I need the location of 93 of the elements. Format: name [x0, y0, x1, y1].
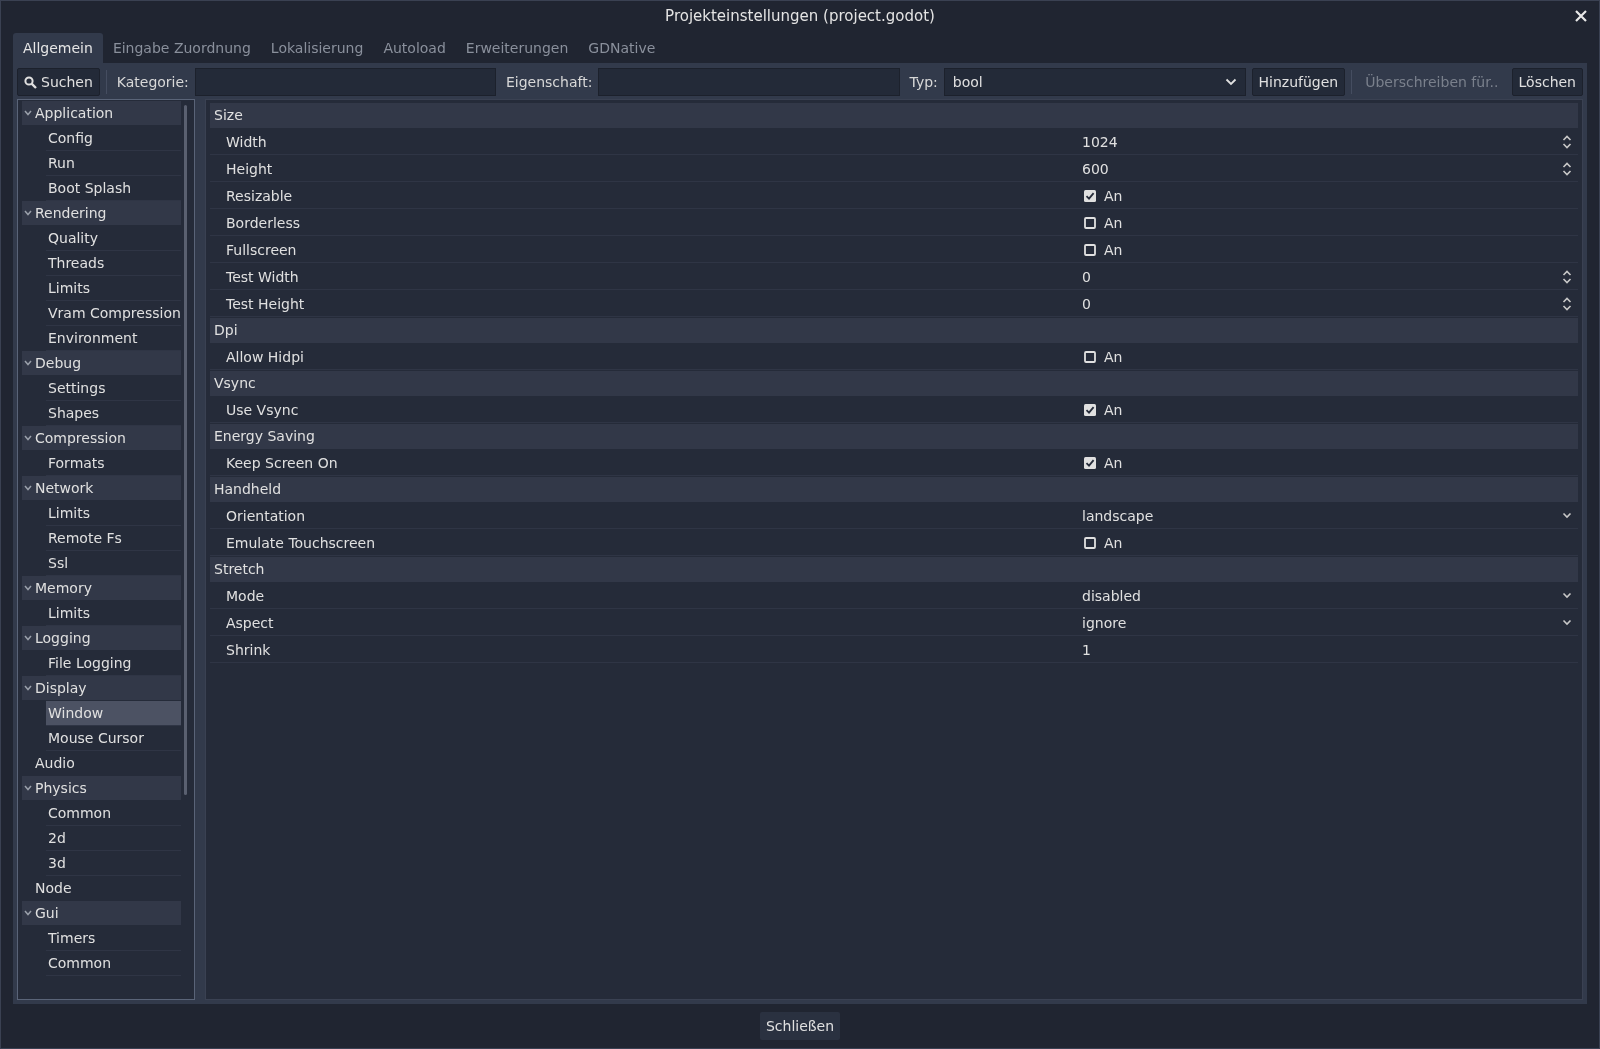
- section-header: Stretch: [210, 557, 1578, 582]
- section-header: Vsync: [210, 371, 1578, 396]
- type-label: Typ:: [909, 74, 938, 90]
- section-header: Size: [210, 103, 1578, 128]
- expand-icon[interactable]: [24, 685, 32, 691]
- tree-item[interactable]: Limits: [46, 501, 181, 526]
- delete-button[interactable]: Löschen: [1511, 68, 1583, 96]
- checkbox[interactable]: An: [1076, 534, 1123, 551]
- search-button[interactable]: Suchen: [17, 68, 100, 96]
- tab[interactable]: GDNative: [578, 33, 666, 63]
- checkbox[interactable]: An: [1076, 401, 1123, 418]
- checkbox[interactable]: An: [1076, 348, 1123, 365]
- caret-icon: [1562, 592, 1572, 599]
- property-label: Fullscreen: [225, 241, 298, 258]
- expand-icon[interactable]: [24, 635, 32, 641]
- property-label: Resizable: [225, 187, 294, 204]
- tree-item[interactable]: Common: [46, 801, 181, 826]
- caret-icon: [1562, 512, 1572, 519]
- property-label: Mode: [225, 587, 266, 604]
- tree-item[interactable]: Audio: [22, 751, 181, 775]
- tab[interactable]: Allgemein: [13, 33, 103, 63]
- add-button[interactable]: Hinzufügen: [1251, 68, 1346, 96]
- property-label: Aspect: [225, 614, 275, 631]
- tree-item[interactable]: Limits: [46, 276, 181, 301]
- expand-icon[interactable]: [24, 435, 32, 441]
- section-header: Dpi: [210, 318, 1578, 343]
- property-label: Eigenschaft:: [505, 74, 593, 90]
- tree-item[interactable]: Network: [22, 476, 181, 500]
- tree-item[interactable]: Logging: [22, 626, 181, 650]
- expand-icon[interactable]: [24, 785, 32, 791]
- property-label: Height: [225, 160, 274, 177]
- checkbox[interactable]: An: [1076, 214, 1123, 231]
- property-label: Test Height: [225, 295, 306, 312]
- close-icon[interactable]: [1575, 10, 1587, 22]
- spinner-icon[interactable]: [1562, 161, 1572, 176]
- tree-item[interactable]: Run: [46, 151, 181, 176]
- tree-item[interactable]: 2d: [46, 826, 181, 851]
- spinner-icon[interactable]: [1562, 269, 1572, 284]
- window-title: Projekteinstellungen (project.godot): [665, 7, 935, 25]
- search-icon: [24, 75, 37, 89]
- property-label: Emulate Touchscreen: [225, 534, 377, 551]
- property-label: Shrink: [225, 641, 272, 658]
- tree-item[interactable]: Application: [22, 101, 181, 125]
- tree-item[interactable]: Compression: [22, 426, 181, 450]
- tree-item[interactable]: Memory: [22, 576, 181, 600]
- spinner-icon[interactable]: [1562, 296, 1572, 311]
- close-button[interactable]: Schließen: [759, 1012, 841, 1040]
- checkbox[interactable]: An: [1076, 241, 1123, 258]
- tab[interactable]: Lokalisierung: [260, 33, 374, 63]
- expand-icon[interactable]: [24, 910, 32, 916]
- tree-item[interactable]: Display: [22, 676, 181, 700]
- type-dropdown[interactable]: bool: [943, 68, 1246, 96]
- tree-item[interactable]: Window: [46, 701, 181, 726]
- caret-icon: [1224, 78, 1237, 86]
- expand-icon[interactable]: [24, 585, 32, 591]
- expand-icon[interactable]: [24, 360, 32, 366]
- tree-item[interactable]: Timers: [46, 926, 181, 951]
- category-label: Kategorie:: [116, 74, 189, 90]
- tree-item[interactable]: Node: [22, 876, 181, 900]
- tree-item[interactable]: Vram Compression: [46, 301, 181, 326]
- tree-item[interactable]: Mouse Cursor: [46, 726, 181, 751]
- checkbox[interactable]: An: [1076, 187, 1123, 204]
- property-label: Allow Hidpi: [225, 348, 305, 365]
- property-label: Keep Screen On: [225, 454, 339, 471]
- tab[interactable]: Autoload: [373, 33, 456, 63]
- tab[interactable]: Eingabe Zuordnung: [102, 33, 261, 63]
- category-field[interactable]: [194, 68, 496, 96]
- property-label: Orientation: [225, 507, 307, 524]
- section-header: Handheld: [210, 477, 1578, 502]
- tree-item[interactable]: Config: [46, 126, 181, 151]
- expand-icon[interactable]: [24, 110, 32, 116]
- tree-item[interactable]: Gui: [22, 901, 181, 925]
- tree-item[interactable]: 3d: [46, 851, 181, 876]
- tree-item[interactable]: Rendering: [22, 201, 181, 225]
- tree-item[interactable]: Threads: [46, 251, 181, 276]
- property-label: Test Width: [225, 268, 300, 285]
- tree-item[interactable]: Quality: [46, 226, 181, 251]
- spinner-icon[interactable]: [1562, 134, 1572, 149]
- section-header: Energy Saving: [210, 424, 1578, 449]
- tree-item[interactable]: Settings: [46, 376, 181, 401]
- property-field[interactable]: [598, 68, 900, 96]
- property-label: Width: [225, 133, 268, 150]
- caret-icon: [1562, 619, 1572, 626]
- tree-item[interactable]: Physics: [22, 776, 181, 800]
- expand-icon[interactable]: [24, 485, 32, 491]
- tree-item[interactable]: Remote Fs: [46, 526, 181, 551]
- tree-item[interactable]: Debug: [22, 351, 181, 375]
- expand-icon[interactable]: [24, 210, 32, 216]
- property-label: Borderless: [225, 214, 302, 231]
- tree-item[interactable]: Common: [46, 951, 181, 976]
- property-label: Use Vsync: [225, 401, 300, 418]
- checkbox[interactable]: An: [1076, 454, 1123, 471]
- tab[interactable]: Erweiterungen: [455, 33, 579, 63]
